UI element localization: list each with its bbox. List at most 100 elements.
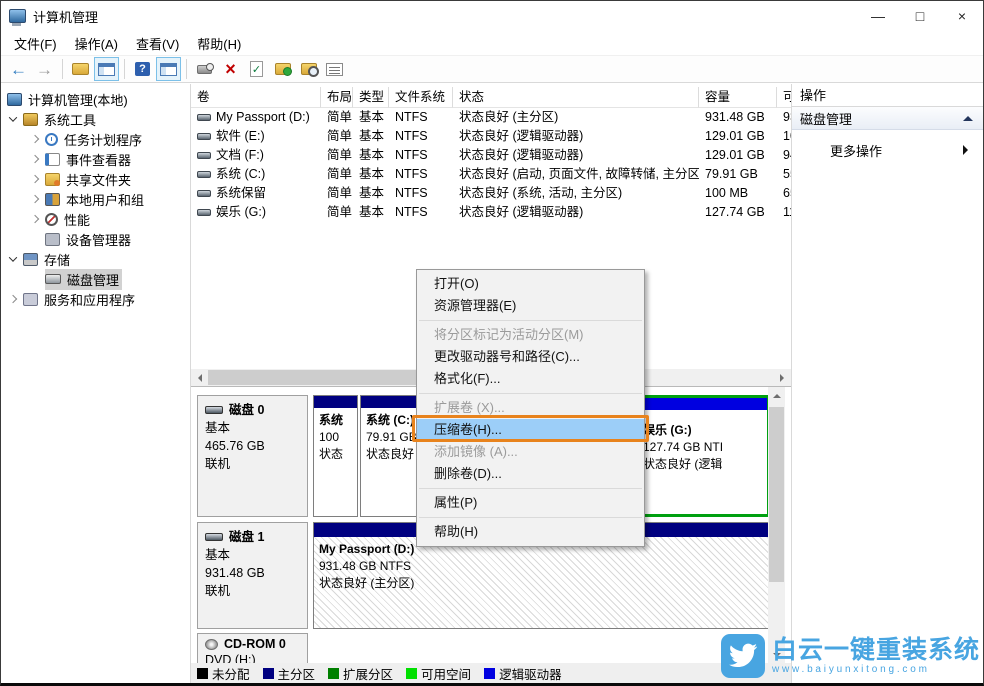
menu-view[interactable]: 查看(V) bbox=[127, 34, 188, 53]
tree-item-shared-folders[interactable]: 共享文件夹 bbox=[1, 169, 190, 189]
back-arrow-icon: ← bbox=[10, 61, 27, 78]
forward-button[interactable]: → bbox=[32, 57, 57, 81]
action-pane-icon bbox=[160, 63, 177, 76]
tree-item-local-users-groups[interactable]: 本地用户和组 bbox=[1, 189, 190, 209]
app-icon bbox=[9, 9, 26, 23]
set-active-button[interactable]: ✓ bbox=[244, 57, 269, 81]
clock-icon bbox=[45, 133, 58, 146]
table-row[interactable]: 文档 (F:) bbox=[191, 146, 321, 165]
chevron-right-icon[interactable] bbox=[31, 175, 39, 183]
column-header-layout[interactable]: 布局 bbox=[321, 87, 353, 108]
popup-menu-button[interactable] bbox=[192, 57, 217, 81]
cell-free: 93 bbox=[777, 108, 791, 127]
disk0-header[interactable]: 磁盘 0 基本 465.76 GB 联机 bbox=[197, 395, 308, 517]
close-button[interactable]: × bbox=[941, 1, 983, 31]
collapse-triangle-icon[interactable] bbox=[963, 111, 973, 121]
table-row[interactable]: 系统保留 bbox=[191, 184, 321, 203]
column-header-status[interactable]: 状态 bbox=[453, 87, 699, 108]
minimize-button[interactable]: — bbox=[857, 1, 899, 31]
scroll-up-arrow[interactable] bbox=[768, 387, 785, 404]
table-row[interactable]: 系统 (C:) bbox=[191, 165, 321, 184]
tree-item-event-viewer[interactable]: 事件查看器 bbox=[1, 149, 190, 169]
partition-status: 状态良好 (逻辑 bbox=[643, 456, 762, 473]
partition-system-reserved[interactable]: 系统 100 状态 bbox=[313, 395, 358, 517]
menu-item-delete-volume[interactable]: 删除卷(D)... bbox=[417, 463, 644, 485]
disk-size: 465.76 GB bbox=[205, 437, 300, 455]
tree-item-task-scheduler[interactable]: 任务计划程序 bbox=[1, 129, 190, 149]
tree-item-computer-management[interactable]: 计算机管理(本地) bbox=[1, 89, 190, 109]
column-header-volume[interactable]: 卷 bbox=[191, 87, 321, 108]
menu-item-properties[interactable]: 属性(P) bbox=[417, 492, 644, 514]
disk1-header[interactable]: 磁盘 1 基本 931.48 GB 联机 bbox=[197, 522, 308, 629]
chevron-right-icon[interactable] bbox=[9, 295, 17, 303]
scroll-right-arrow[interactable] bbox=[774, 369, 791, 386]
console-tree: 计算机管理(本地) 系统工具 任务计划程序 事件查看器 共享文件夹 本地用户和组 bbox=[1, 84, 191, 683]
show-console-tree-button[interactable] bbox=[94, 57, 119, 81]
chevron-right-icon[interactable] bbox=[31, 215, 39, 223]
drive-find-button[interactable] bbox=[296, 57, 321, 81]
cell-capacity: 129.01 GB bbox=[699, 127, 777, 146]
more-actions-item[interactable]: 更多操作 bbox=[792, 138, 983, 162]
chevron-right-icon[interactable] bbox=[31, 155, 39, 163]
computer-icon bbox=[7, 93, 22, 106]
menu-item-change-drive-letter[interactable]: 更改驱动器号和路径(C)... bbox=[417, 346, 644, 368]
help-button[interactable]: ? bbox=[130, 57, 155, 81]
cell-type: 基本 bbox=[353, 184, 389, 203]
menu-item-explorer[interactable]: 资源管理器(E) bbox=[417, 295, 644, 317]
tree-item-performance[interactable]: 性能 bbox=[1, 209, 190, 229]
menu-item-open[interactable]: 打开(O) bbox=[417, 273, 644, 295]
properties-icon bbox=[326, 63, 343, 76]
menu-item-shrink-volume[interactable]: 压缩卷(H)... bbox=[417, 419, 644, 441]
cell-layout: 简单 bbox=[321, 184, 353, 203]
menu-separator bbox=[419, 517, 642, 518]
table-row[interactable]: My Passport (D:) bbox=[191, 108, 321, 127]
table-row[interactable]: 软件 (E:) bbox=[191, 127, 321, 146]
vertical-scroll-thumb[interactable] bbox=[769, 407, 784, 582]
disk-management-section-header[interactable]: 磁盘管理 bbox=[792, 107, 983, 130]
show-action-pane-button[interactable] bbox=[156, 57, 181, 81]
tree-item-services-applications[interactable]: 服务和应用程序 bbox=[1, 289, 190, 309]
cell-free: 55 bbox=[777, 165, 791, 184]
tree-item-device-manager[interactable]: 设备管理器 bbox=[1, 229, 190, 249]
menu-item-help[interactable]: 帮助(H) bbox=[417, 521, 644, 543]
column-header-free[interactable]: 可 bbox=[777, 87, 791, 108]
menu-item-format[interactable]: 格式化(F)... bbox=[417, 368, 644, 390]
drive-find-icon bbox=[301, 63, 317, 75]
tree-item-label: 磁盘管理 bbox=[67, 270, 119, 289]
table-row[interactable]: 娱乐 (G:) bbox=[191, 203, 321, 222]
cell-free: 10 bbox=[777, 127, 791, 146]
column-header-capacity[interactable]: 容量 bbox=[699, 87, 777, 108]
partition-entertainment-g[interactable]: 娱乐 (G:) 127.74 GB NTI 状态良好 (逻辑 bbox=[631, 395, 770, 517]
scroll-left-arrow[interactable] bbox=[191, 369, 208, 386]
tree-item-system-tools[interactable]: 系统工具 bbox=[1, 109, 190, 129]
tree-item-storage[interactable]: 存储 bbox=[1, 249, 190, 269]
selected-tree-item: 磁盘管理 bbox=[45, 269, 122, 290]
tree-item-disk-management[interactable]: 磁盘管理 bbox=[1, 269, 190, 289]
users-icon bbox=[45, 193, 60, 206]
chevron-down-icon[interactable] bbox=[9, 113, 17, 121]
cd-icon bbox=[205, 639, 218, 650]
up-triangle-icon bbox=[773, 390, 781, 398]
drive-add-button[interactable] bbox=[270, 57, 295, 81]
column-header-filesystem[interactable]: 文件系统 bbox=[389, 87, 453, 108]
column-header-type[interactable]: 类型 bbox=[353, 87, 389, 108]
menu-help[interactable]: 帮助(H) bbox=[188, 34, 250, 53]
menu-item-add-mirror: 添加镜像 (A)... bbox=[417, 441, 644, 463]
vertical-scrollbar[interactable] bbox=[768, 387, 785, 664]
cell-type: 基本 bbox=[353, 203, 389, 222]
drive-add-icon bbox=[275, 63, 291, 75]
legend-primary-partition: 主分区 bbox=[263, 664, 316, 683]
chevron-down-icon[interactable] bbox=[9, 253, 17, 261]
export-list-button[interactable] bbox=[68, 57, 93, 81]
maximize-button[interactable]: □ bbox=[899, 1, 941, 31]
chevron-right-icon[interactable] bbox=[31, 195, 39, 203]
menu-file[interactable]: 文件(F) bbox=[5, 34, 66, 53]
chevron-right-icon[interactable] bbox=[31, 135, 39, 143]
tree-item-label: 计算机管理(本地) bbox=[28, 90, 128, 109]
legend-unallocated: 未分配 bbox=[197, 664, 250, 683]
properties-button[interactable] bbox=[322, 57, 347, 81]
delete-button[interactable]: × bbox=[218, 57, 243, 81]
menu-action[interactable]: 操作(A) bbox=[66, 34, 127, 53]
computer-management-window: 计算机管理 — □ × 文件(F) 操作(A) 查看(V) 帮助(H) ← → … bbox=[0, 0, 984, 686]
back-button[interactable]: ← bbox=[6, 57, 31, 81]
